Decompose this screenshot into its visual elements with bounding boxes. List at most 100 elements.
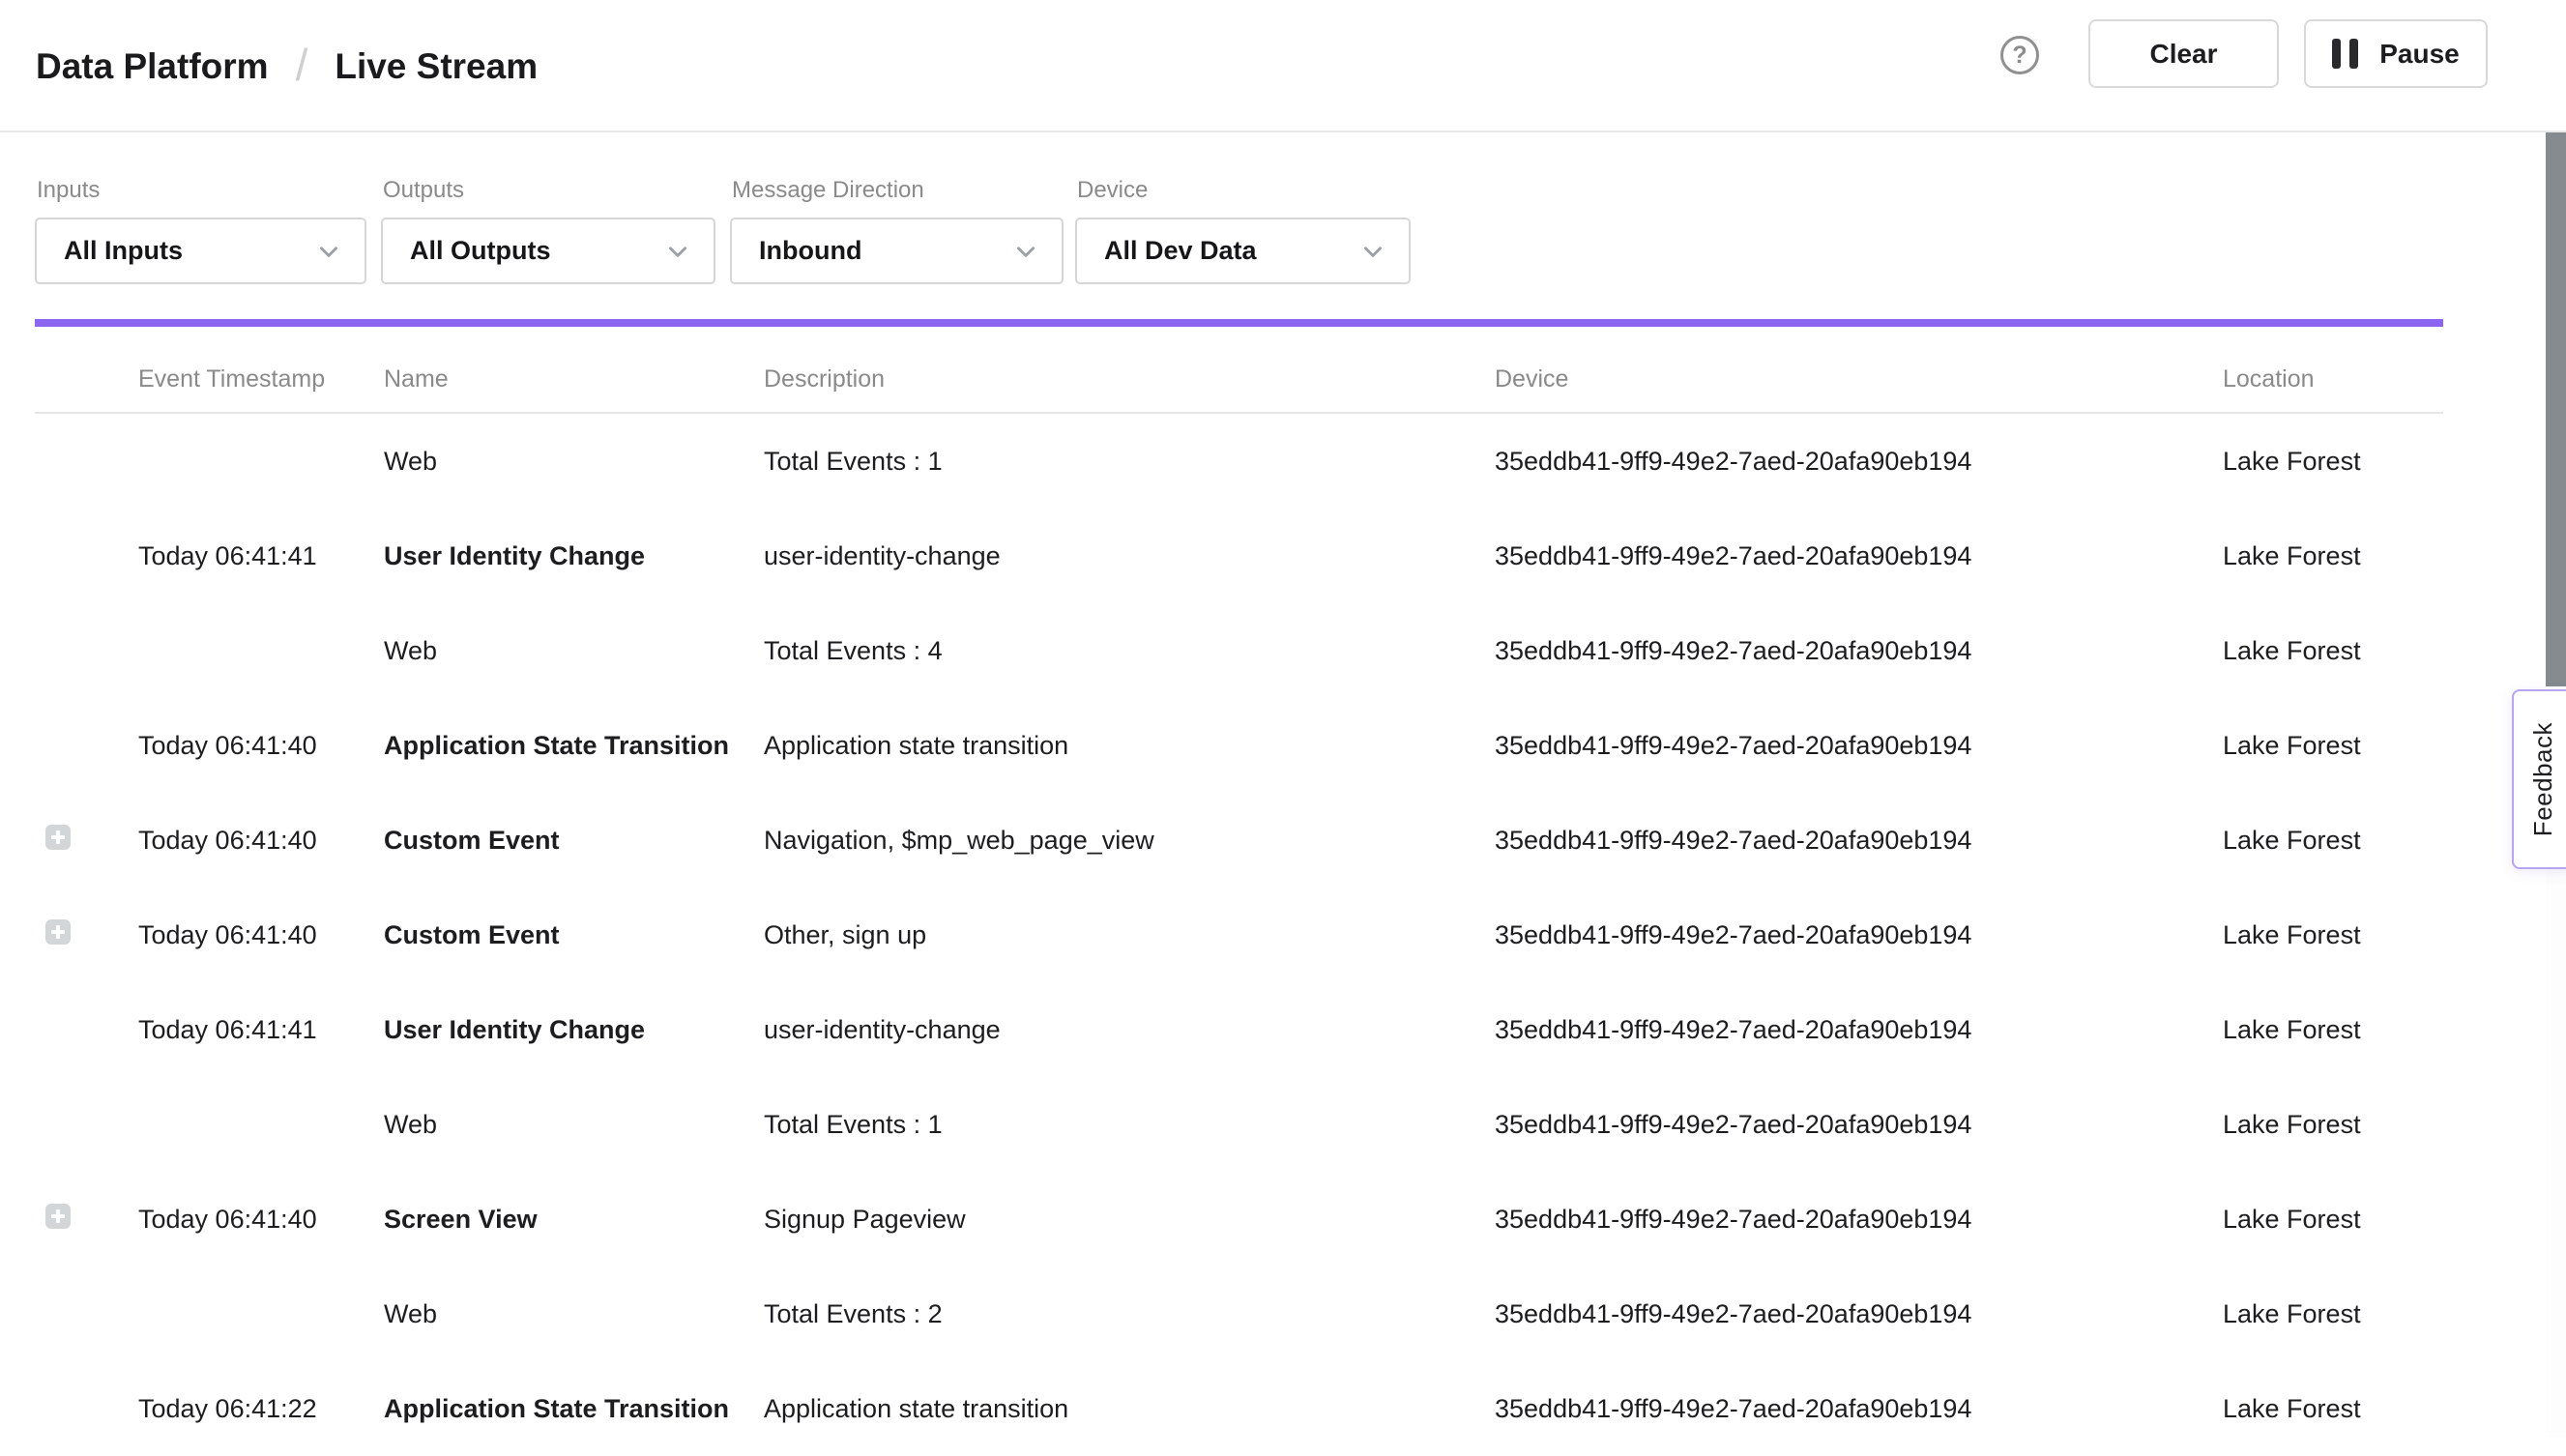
cell-description: user-identity-change xyxy=(764,1015,1495,1045)
expand-cell xyxy=(35,919,138,951)
cell-name: User Identity Change xyxy=(384,541,764,571)
cell-location: Lake Forest xyxy=(2223,1394,2443,1424)
cell-name: Custom Event xyxy=(384,826,764,856)
cell-event-timestamp: Today 06:41:40 xyxy=(138,920,384,950)
cell-name: Screen View xyxy=(384,1205,764,1235)
expand-row-icon[interactable] xyxy=(45,825,71,850)
expand-cell xyxy=(35,635,138,667)
cell-description: Application state transition xyxy=(764,1394,1495,1424)
table-row[interactable]: Web Total Events : 1 35eddb41-9ff9-49e2-… xyxy=(35,414,2443,509)
expand-cell xyxy=(35,1393,138,1425)
cell-name: Web xyxy=(384,1110,764,1140)
outputs-select[interactable]: All Outputs xyxy=(381,218,715,284)
filter-outputs-label: Outputs xyxy=(383,177,464,204)
table-row[interactable]: Today 06:41:40 Application State Transit… xyxy=(35,698,2443,793)
cell-description: Total Events : 1 xyxy=(764,1110,1495,1140)
event-table-body: Web Total Events : 1 35eddb41-9ff9-49e2-… xyxy=(35,414,2443,1456)
chevron-down-icon xyxy=(1360,239,1385,264)
live-stream-table: Event Timestamp Name Description Device … xyxy=(35,327,2443,1456)
table-row[interactable]: Today 06:41:40 Screen View Signup Pagevi… xyxy=(35,1172,2443,1267)
cell-device: 35eddb41-9ff9-49e2-7aed-20afa90eb194 xyxy=(1495,636,2223,666)
table-row[interactable]: Today 06:41:40 Custom Event Navigation, … xyxy=(35,793,2443,888)
cell-name: Web xyxy=(384,447,764,477)
cell-device: 35eddb41-9ff9-49e2-7aed-20afa90eb194 xyxy=(1495,541,2223,571)
table-row[interactable]: Today 06:41:40 Custom Event Other, sign … xyxy=(35,888,2443,982)
accent-divider xyxy=(35,319,2443,327)
expand-cell xyxy=(35,1014,138,1046)
header-description: Description xyxy=(764,365,1495,393)
table-row[interactable]: Web Total Events : 4 35eddb41-9ff9-49e2-… xyxy=(35,603,2443,698)
table-row[interactable]: Today 06:41:41 User Identity Change user… xyxy=(35,982,2443,1077)
help-icon[interactable]: ? xyxy=(2000,36,2039,74)
header-location: Location xyxy=(2223,365,2443,393)
expand-cell xyxy=(35,730,138,762)
inputs-select-value: All Inputs xyxy=(64,236,183,266)
cell-location: Lake Forest xyxy=(2223,1205,2443,1235)
cell-name: Custom Event xyxy=(384,920,764,950)
cell-description: Total Events : 1 xyxy=(764,447,1495,477)
cell-name: User Identity Change xyxy=(384,1015,764,1045)
header-name: Name xyxy=(384,365,764,393)
table-row[interactable]: Today 06:41:41 User Identity Change user… xyxy=(35,509,2443,603)
expand-cell xyxy=(35,1204,138,1236)
cell-description: Signup Pageview xyxy=(764,1205,1495,1235)
filter-inputs-label: Inputs xyxy=(37,177,100,204)
expand-cell xyxy=(35,825,138,857)
breadcrumb-data-platform[interactable]: Data Platform xyxy=(36,46,269,87)
cell-name: Application State Transition xyxy=(384,731,764,761)
cell-location: Lake Forest xyxy=(2223,920,2443,950)
expand-cell xyxy=(35,540,138,572)
inputs-select[interactable]: All Inputs xyxy=(35,218,366,284)
pause-button[interactable]: Pause xyxy=(2304,19,2488,88)
pause-icon xyxy=(2332,39,2358,69)
breadcrumb: Data Platform / Live Stream xyxy=(36,0,538,132)
feedback-tab[interactable]: Feedback xyxy=(2512,689,2566,869)
cell-event-timestamp: Today 06:41:40 xyxy=(138,1205,384,1235)
message-direction-select-value: Inbound xyxy=(759,236,861,266)
cell-location: Lake Forest xyxy=(2223,541,2443,571)
cell-device: 35eddb41-9ff9-49e2-7aed-20afa90eb194 xyxy=(1495,1394,2223,1424)
table-row[interactable]: Today 06:41:22 Application State Transit… xyxy=(35,1361,2443,1456)
expand-cell xyxy=(35,446,138,478)
top-bar: Data Platform / Live Stream ? Clear Paus… xyxy=(0,0,2566,132)
expand-cell xyxy=(35,1109,138,1141)
cell-device: 35eddb41-9ff9-49e2-7aed-20afa90eb194 xyxy=(1495,1205,2223,1235)
clear-button[interactable]: Clear xyxy=(2088,19,2279,88)
expand-cell xyxy=(35,1298,138,1330)
cell-event-timestamp: Today 06:41:41 xyxy=(138,541,384,571)
cell-device: 35eddb41-9ff9-49e2-7aed-20afa90eb194 xyxy=(1495,1015,2223,1045)
cell-event-timestamp: Today 06:41:40 xyxy=(138,731,384,761)
message-direction-select[interactable]: Inbound xyxy=(730,218,1064,284)
cell-name: Web xyxy=(384,1299,764,1329)
chevron-down-icon xyxy=(316,239,341,264)
cell-name: Application State Transition xyxy=(384,1394,764,1424)
cell-event-timestamp: Today 06:41:40 xyxy=(138,826,384,856)
cell-description: Navigation, $mp_web_page_view xyxy=(764,826,1495,856)
pause-button-label: Pause xyxy=(2379,39,2460,70)
cell-event-timestamp: Today 06:41:22 xyxy=(138,1394,384,1424)
cell-description: Other, sign up xyxy=(764,920,1495,950)
filter-message-direction-label: Message Direction xyxy=(732,177,924,204)
filter-device-label: Device xyxy=(1077,177,1148,204)
table-row[interactable]: Web Total Events : 1 35eddb41-9ff9-49e2-… xyxy=(35,1077,2443,1172)
scrollbar-thumb[interactable] xyxy=(2546,132,2566,686)
feedback-tab-label: Feedback xyxy=(2528,722,2558,836)
expand-row-icon[interactable] xyxy=(45,919,71,945)
chevron-down-icon xyxy=(1013,239,1038,264)
cell-location: Lake Forest xyxy=(2223,826,2443,856)
cell-device: 35eddb41-9ff9-49e2-7aed-20afa90eb194 xyxy=(1495,920,2223,950)
expand-row-icon[interactable] xyxy=(45,1204,71,1229)
cell-name: Web xyxy=(384,636,764,666)
cell-description: Total Events : 4 xyxy=(764,636,1495,666)
cell-location: Lake Forest xyxy=(2223,447,2443,477)
cell-device: 35eddb41-9ff9-49e2-7aed-20afa90eb194 xyxy=(1495,731,2223,761)
table-header-row: Event Timestamp Name Description Device … xyxy=(35,327,2443,414)
header-device: Device xyxy=(1495,365,2223,393)
cell-location: Lake Forest xyxy=(2223,1015,2443,1045)
cell-device: 35eddb41-9ff9-49e2-7aed-20afa90eb194 xyxy=(1495,1110,2223,1140)
cell-device: 35eddb41-9ff9-49e2-7aed-20afa90eb194 xyxy=(1495,826,2223,856)
device-select[interactable]: All Dev Data xyxy=(1075,218,1411,284)
table-row[interactable]: Web Total Events : 2 35eddb41-9ff9-49e2-… xyxy=(35,1267,2443,1361)
cell-event-timestamp: Today 06:41:41 xyxy=(138,1015,384,1045)
clear-button-label: Clear xyxy=(2149,39,2217,70)
